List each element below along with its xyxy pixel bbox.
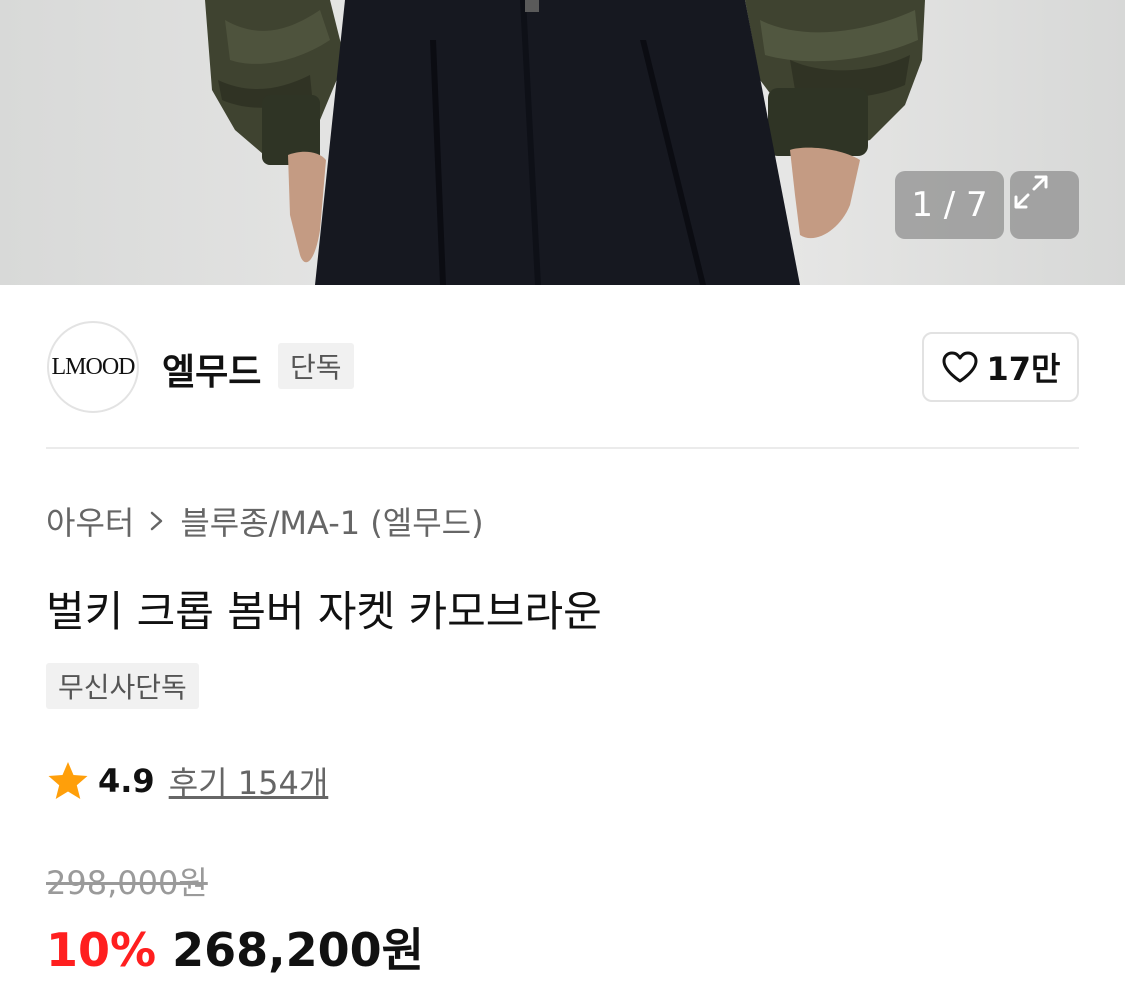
brand-name[interactable]: 엘무드	[162, 343, 261, 395]
expand-arrows-icon	[1014, 175, 1048, 209]
product-title: 벌키 크롭 봄버 자켓 카모브라운	[46, 587, 602, 636]
star-icon	[48, 762, 88, 799]
brand-logo[interactable]: LMOOD	[47, 321, 139, 413]
like-button[interactable]: 17만	[922, 332, 1079, 402]
breadcrumb-category[interactable]: 아우터	[46, 498, 134, 544]
exclusive-badge: 단독	[278, 343, 354, 389]
product-image[interactable]: 1 / 7	[0, 0, 1125, 285]
breadcrumb-subcategory[interactable]: 블루종/MA-1 (엘무드)	[180, 498, 483, 544]
sale-price: 268,200원	[172, 923, 424, 977]
product-photo	[205, 0, 925, 285]
expand-button[interactable]	[1010, 171, 1079, 239]
brand-row: LMOOD 엘무드 단독 17만	[0, 285, 1125, 449]
divider	[46, 447, 1079, 449]
heart-outline-icon	[942, 351, 977, 383]
price-row: 10% 268,200원	[46, 914, 424, 980]
review-link[interactable]: 후기 154개	[169, 758, 329, 804]
like-count: 17만	[986, 350, 1061, 388]
rating-row: 4.9 후기 154개	[46, 758, 328, 804]
original-price: 298,000원	[46, 864, 208, 902]
breadcrumb: 아우터 블루종/MA-1 (엘무드)	[46, 498, 484, 544]
rating-value: 4.9	[98, 762, 155, 800]
chevron-right-icon	[151, 511, 163, 531]
discount-rate: 10%	[46, 923, 157, 977]
exclusive-tag: 무신사단독	[46, 663, 199, 709]
image-counter: 1 / 7	[895, 171, 1004, 239]
